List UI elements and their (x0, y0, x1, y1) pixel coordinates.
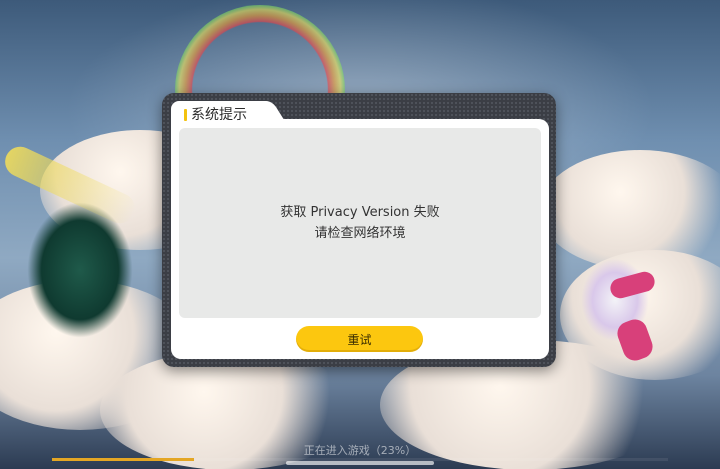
retry-button[interactable]: 重试 (296, 326, 423, 352)
creature-character-image (560, 240, 670, 370)
title-accent-bar (184, 109, 187, 121)
error-message: 获取 Privacy Version 失败 (280, 205, 440, 220)
home-indicator[interactable] (286, 461, 434, 465)
error-hint: 请检查网络环境 (314, 226, 406, 241)
loading-status: 正在进入游戏（23%） (303, 444, 417, 457)
dialog-title: 系统提示 (191, 107, 247, 123)
message-box: 获取 Privacy Version 失败 请检查网络环境 (179, 128, 541, 318)
loading-progress-fill (52, 458, 194, 461)
